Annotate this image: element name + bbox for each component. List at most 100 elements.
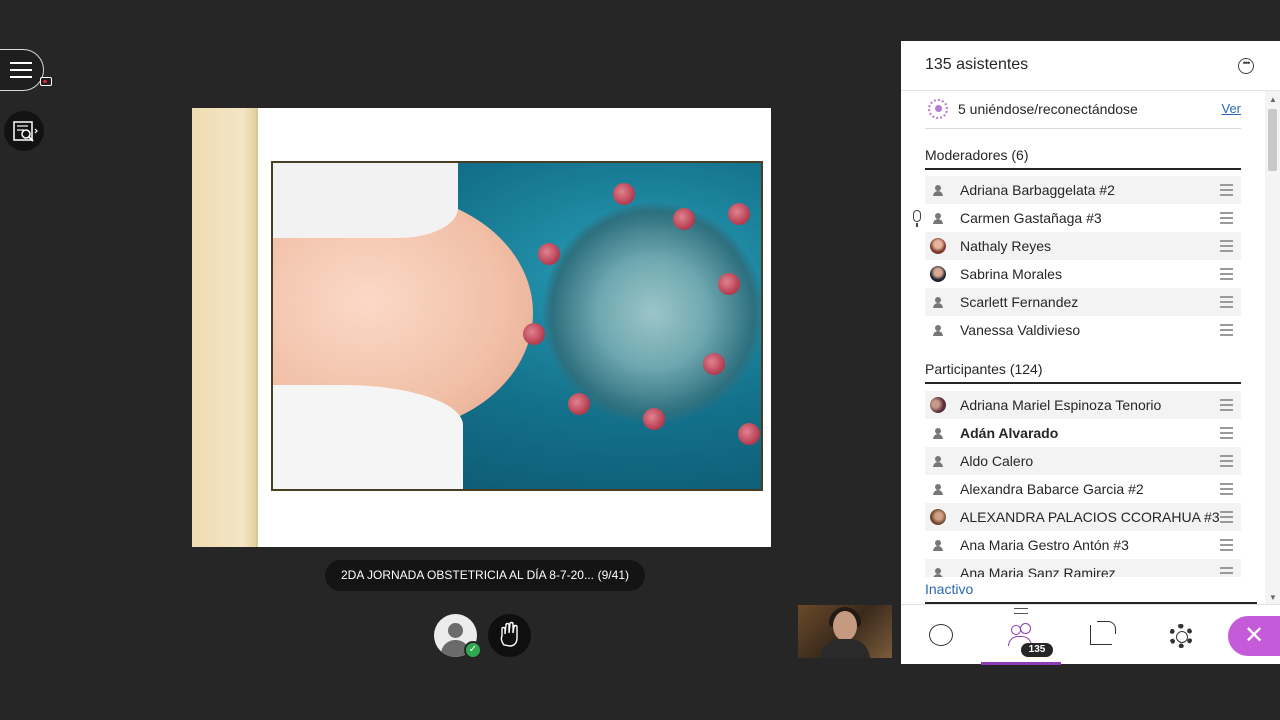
attendee-name: ALEXANDRA PALACIOS CCORAHUA #3 bbox=[960, 509, 1220, 525]
attendee-options-icon[interactable] bbox=[1220, 268, 1233, 280]
virus-spike bbox=[728, 203, 750, 225]
presenter-video[interactable] bbox=[798, 605, 892, 658]
attendee-options-icon[interactable] bbox=[1220, 296, 1233, 308]
attendee-options-icon[interactable] bbox=[1220, 240, 1233, 252]
more-options-icon[interactable]: ••• bbox=[1238, 58, 1254, 74]
scroll-thumb[interactable] bbox=[1268, 109, 1277, 171]
close-icon: ✕ bbox=[1243, 622, 1265, 649]
attendee-row[interactable]: Carmen Gastañaga #3 bbox=[913, 204, 1241, 232]
chat-icon bbox=[929, 624, 953, 646]
moderators-heading[interactable]: Moderadores (6) bbox=[925, 144, 1241, 170]
inactive-section[interactable]: Inactivo bbox=[925, 577, 1257, 604]
image-shirt bbox=[273, 163, 458, 238]
attendee-count-badge: 135 bbox=[1021, 643, 1053, 657]
avatar-icon bbox=[930, 210, 946, 226]
page-counter: (9/41) bbox=[597, 568, 629, 582]
collaborate-session: 2DA JORNADA OBSTETRICIA AL DÍA 8-7-20...… bbox=[0, 0, 1280, 720]
attendee-name: Ana Maria Sanz Ramirez bbox=[960, 565, 1116, 577]
view-joining-link[interactable]: Ver bbox=[1221, 101, 1241, 116]
attendee-row[interactable]: Nathaly Reyes bbox=[925, 232, 1241, 260]
virus-spike bbox=[643, 408, 665, 430]
shared-slide bbox=[192, 108, 771, 547]
avatar-icon bbox=[930, 425, 946, 441]
attendee-name: Nathaly Reyes bbox=[960, 238, 1052, 254]
attendees-icon bbox=[1008, 623, 1034, 646]
attendee-row[interactable]: Adriana Barbaggelata #2 bbox=[925, 176, 1241, 204]
attendee-options-icon[interactable] bbox=[1220, 567, 1233, 577]
joining-row: 5 uniéndose/reconectándose Ver bbox=[925, 99, 1241, 129]
avatar-icon bbox=[930, 294, 946, 310]
avatar-icon bbox=[930, 182, 946, 198]
virus-spike bbox=[703, 353, 725, 375]
microphone-icon bbox=[913, 210, 921, 227]
scroll-down-icon[interactable]: ▼ bbox=[1269, 593, 1277, 602]
attendee-name: Sabrina Morales bbox=[960, 266, 1062, 282]
attendee-options-icon[interactable] bbox=[1220, 483, 1233, 495]
virus-spike bbox=[673, 208, 695, 230]
panel-scrollbar[interactable]: ▲ ▼ bbox=[1265, 91, 1280, 604]
image-virus bbox=[543, 203, 761, 423]
joining-icon bbox=[928, 99, 948, 119]
slide-side-strip bbox=[192, 108, 258, 547]
attendee-row[interactable]: Ana Maria Gestro Antón #3 bbox=[925, 531, 1241, 559]
raise-hand-icon bbox=[500, 621, 518, 647]
attendee-row[interactable]: Aldo Calero bbox=[925, 447, 1241, 475]
attendee-options-icon[interactable] bbox=[1220, 511, 1233, 523]
attendee-name: Adriana Barbaggelata #2 bbox=[960, 182, 1115, 198]
attendee-name: Ana Maria Gestro Antón #3 bbox=[960, 537, 1129, 553]
scroll-up-icon[interactable]: ▲ bbox=[1269, 95, 1277, 104]
attendee-options-icon[interactable] bbox=[1220, 212, 1233, 224]
attendee-name: Aldo Calero bbox=[960, 453, 1034, 469]
attendee-row[interactable]: Scarlett Fernandez bbox=[925, 288, 1241, 316]
chat-tab[interactable] bbox=[901, 605, 981, 665]
virus-spike bbox=[523, 323, 545, 345]
gear-icon bbox=[1169, 624, 1193, 648]
close-panel-button[interactable]: ✕ bbox=[1228, 616, 1280, 656]
attendees-tab[interactable]: 135 bbox=[981, 605, 1061, 665]
attendee-options-icon[interactable] bbox=[1220, 399, 1233, 411]
avatar-icon bbox=[930, 481, 946, 497]
attendee-options-icon[interactable] bbox=[1220, 324, 1233, 336]
attendee-row[interactable]: Alexandra Babarce Garcia #2 bbox=[925, 475, 1241, 503]
attendee-row[interactable]: Vanessa Valdivieso bbox=[925, 316, 1241, 344]
drag-handle-icon[interactable] bbox=[1014, 608, 1028, 614]
attendee-name: Carmen Gastañaga #3 bbox=[960, 210, 1102, 226]
attendee-row[interactable]: Ana Maria Sanz Ramirez bbox=[925, 559, 1241, 577]
attendee-name: Alexandra Babarce Garcia #2 bbox=[960, 481, 1144, 497]
attendee-row[interactable]: Adán Alvarado bbox=[925, 419, 1241, 447]
search-document-icon bbox=[13, 121, 38, 142]
avatar-icon bbox=[448, 623, 463, 638]
hamburger-bar bbox=[10, 69, 32, 71]
virus-spike bbox=[613, 183, 635, 205]
avatar-photo bbox=[930, 509, 946, 525]
attendee-options-icon[interactable] bbox=[1220, 184, 1233, 196]
attendee-row[interactable]: Sabrina Morales bbox=[925, 260, 1241, 288]
panel-toolbar: 135 bbox=[901, 604, 1280, 665]
participants-heading[interactable]: Participantes (124) bbox=[925, 358, 1241, 384]
avatar-photo bbox=[930, 238, 946, 254]
hamburger-menu-icon bbox=[10, 62, 32, 64]
attendee-row[interactable]: Adriana Mariel Espinoza Tenorio bbox=[925, 391, 1241, 419]
slide-caption[interactable]: 2DA JORNADA OBSTETRICIA AL DÍA 8-7-20...… bbox=[325, 560, 645, 591]
avatar-photo bbox=[930, 266, 946, 282]
share-content-tab[interactable] bbox=[1061, 605, 1141, 665]
raise-hand-button[interactable] bbox=[488, 614, 531, 657]
attendee-name: Scarlett Fernandez bbox=[960, 294, 1079, 310]
attendee-options-icon[interactable] bbox=[1220, 539, 1233, 551]
settings-tab[interactable] bbox=[1141, 605, 1221, 665]
attendee-row[interactable]: ALEXANDRA PALACIOS CCORAHUA #3 bbox=[925, 503, 1241, 531]
image-pants bbox=[273, 385, 463, 489]
avatar-icon bbox=[930, 453, 946, 469]
attendee-options-icon[interactable] bbox=[1220, 455, 1233, 467]
inactive-heading: Inactivo bbox=[925, 581, 974, 597]
panel-title: 135 asistentes bbox=[925, 56, 1029, 73]
avatar-icon bbox=[930, 565, 946, 577]
share-content-icon bbox=[1090, 621, 1116, 645]
attendee-options-icon[interactable] bbox=[1220, 427, 1233, 439]
virus-spike bbox=[738, 423, 760, 445]
avatar-icon bbox=[930, 322, 946, 338]
file-title: 2DA JORNADA OBSTETRICIA AL DÍA 8-7-20... bbox=[341, 568, 594, 582]
attendees-panel: 135 asistentes ••• 5 uniéndose/reconectá… bbox=[901, 41, 1280, 604]
session-menu-button[interactable] bbox=[0, 49, 52, 91]
search-document-button[interactable] bbox=[4, 111, 44, 151]
